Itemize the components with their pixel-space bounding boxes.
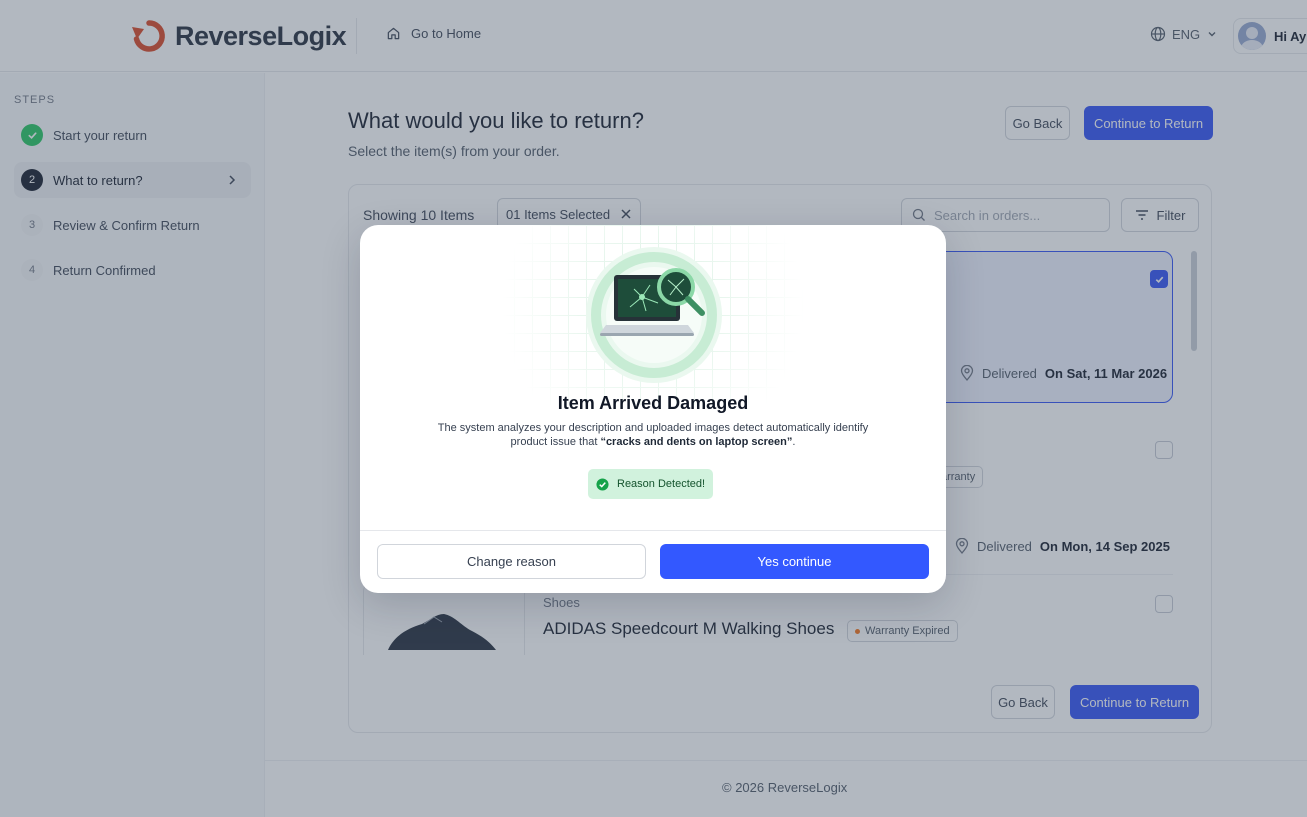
modal-divider (360, 530, 946, 531)
yes-continue-button[interactable]: Yes continue (660, 544, 929, 579)
detected-issue-text: “cracks and dents on laptop screen” (600, 436, 793, 448)
modal-title: Item Arrived Damaged (557, 393, 749, 413)
reason-detected-badge: Reason Detected! (588, 469, 714, 499)
description-suffix: . (792, 436, 796, 448)
damaged-laptop-illustration-icon (586, 247, 722, 383)
check-circle-icon (596, 477, 609, 491)
reason-detected-label: Reason Detected! (617, 478, 706, 490)
modal-description: The system analyzes your description and… (435, 421, 871, 449)
damage-detected-modal: Item Arrived Damaged The system analyzes… (360, 225, 946, 593)
change-reason-button[interactable]: Change reason (377, 544, 646, 579)
